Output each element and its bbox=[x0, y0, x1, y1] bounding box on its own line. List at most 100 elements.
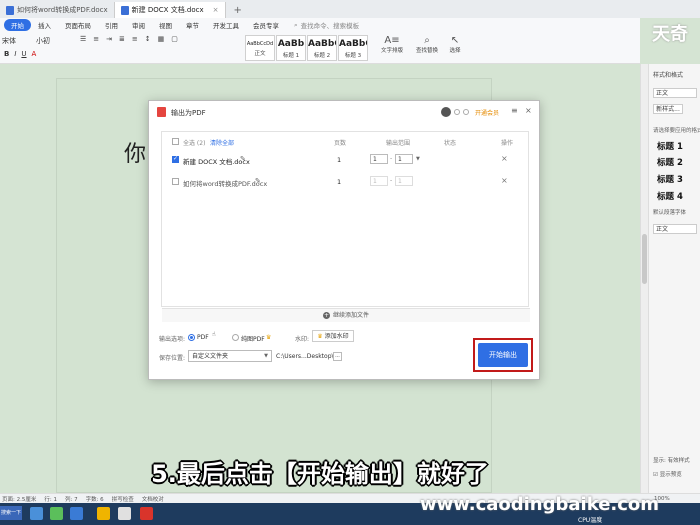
rename-icon[interactable]: ✎ bbox=[255, 177, 261, 185]
cursor-icon: ☝ bbox=[212, 331, 216, 338]
bold-icon[interactable]: B bbox=[4, 50, 9, 58]
font-size-select[interactable]: 小初 bbox=[36, 36, 50, 46]
shading-icon[interactable]: ▦ bbox=[158, 35, 165, 43]
chevron-down-icon[interactable]: ▼ bbox=[416, 156, 420, 162]
border-icon[interactable]: ▢ bbox=[171, 35, 178, 43]
add-files-button[interactable]: + 继续添加文件 bbox=[162, 308, 530, 322]
underline-icon[interactable]: U bbox=[21, 50, 26, 58]
numbered-list-icon[interactable]: ≡ bbox=[93, 35, 99, 43]
pdf-radio[interactable] bbox=[188, 334, 195, 341]
menu-developer[interactable]: 开发工具 bbox=[206, 20, 246, 30]
rename-icon[interactable]: ✎ bbox=[240, 155, 246, 163]
file-checkbox-1[interactable] bbox=[172, 155, 179, 163]
align-center-icon[interactable]: ≡ bbox=[132, 35, 138, 43]
tab-document-2[interactable]: 新建 DOCX 文档.docx × bbox=[114, 2, 226, 18]
find-replace-button[interactable]: ⌕ 查找替换 bbox=[412, 35, 442, 54]
text-layout-button[interactable]: A≡ 文字排版 bbox=[377, 35, 407, 54]
menu-icon[interactable]: ≡ bbox=[511, 106, 518, 115]
file-checkbox-2[interactable] bbox=[172, 178, 179, 185]
font-name-select[interactable]: 宋体 bbox=[2, 36, 16, 46]
menu-insert[interactable]: 插入 bbox=[31, 20, 58, 30]
menu-member[interactable]: 会员专享 bbox=[246, 20, 286, 30]
add-watermark-button[interactable]: ♛ 添加水印 bbox=[312, 330, 354, 342]
close-icon[interactable]: × bbox=[525, 106, 532, 115]
select-all-checkbox[interactable] bbox=[172, 138, 179, 145]
start-button[interactable]: 搜索一下 bbox=[0, 506, 22, 520]
vertical-scrollbar[interactable] bbox=[640, 64, 648, 493]
explorer-icon[interactable] bbox=[118, 507, 131, 520]
browser-icon[interactable] bbox=[70, 507, 83, 520]
style-heading-2-item[interactable]: 标题 2 bbox=[657, 156, 683, 168]
status-dot-icon bbox=[463, 109, 469, 115]
range-from-1[interactable]: 1 bbox=[370, 154, 388, 164]
new-style-button[interactable]: 新样式... bbox=[653, 104, 683, 114]
chevron-down-icon: ▼ bbox=[264, 353, 268, 359]
proofread-button[interactable]: 文档校对 bbox=[142, 495, 164, 503]
range-dash: - bbox=[390, 155, 393, 162]
folder-icon[interactable] bbox=[97, 507, 110, 520]
save-location-label: 保存位置: bbox=[159, 355, 186, 362]
default-font-item[interactable]: 默认段落字体 bbox=[653, 208, 686, 216]
style-heading-1[interactable]: AaBb 标题 1 bbox=[276, 35, 306, 61]
tab-document-1[interactable]: 如何将word转换成PDF.docx bbox=[0, 2, 115, 18]
range-from-2[interactable]: 1 bbox=[370, 176, 388, 186]
style-heading-3-item[interactable]: 标题 3 bbox=[657, 173, 683, 185]
magnifier-icon: ⌕ bbox=[424, 35, 430, 46]
menu-home[interactable]: 开始 bbox=[4, 19, 31, 31]
show-styles-select[interactable]: 显示: 有效样式 bbox=[653, 456, 690, 464]
vip-link[interactable]: 开通会员 bbox=[475, 108, 499, 117]
menu-view[interactable]: 视图 bbox=[152, 20, 179, 30]
body-style-item[interactable]: 正文 bbox=[653, 224, 697, 234]
style-heading-2[interactable]: AaBbC 标题 2 bbox=[307, 35, 337, 61]
align-left-icon[interactable]: ≣ bbox=[119, 35, 125, 43]
style-heading-1-item[interactable]: 标题 1 bbox=[657, 140, 683, 152]
style-heading-4-item[interactable]: 标题 4 bbox=[657, 190, 683, 202]
delete-file-icon[interactable]: × bbox=[501, 154, 508, 163]
avatar[interactable] bbox=[441, 107, 451, 117]
style-heading-3[interactable]: AaBbC 标题 3 bbox=[338, 35, 368, 61]
menu-layout[interactable]: 页面布局 bbox=[58, 20, 98, 30]
spell-check-button[interactable]: 拼写检查 bbox=[112, 495, 134, 503]
menu-bar: 开始 插入 页面布局 引用 审阅 视图 章节 开发工具 会员专享 ⌕ 查找命令、… bbox=[0, 18, 640, 32]
browse-button[interactable]: ... bbox=[333, 352, 342, 361]
image-pdf-radio[interactable] bbox=[232, 334, 239, 341]
bullet-list-icon[interactable]: ☰ bbox=[80, 35, 86, 43]
select-label: 选择 bbox=[449, 48, 461, 54]
delete-file-icon[interactable]: × bbox=[501, 176, 508, 185]
watermark-label: 水印: bbox=[295, 336, 310, 343]
menu-references[interactable]: 引用 bbox=[98, 20, 125, 30]
line-spacing-icon[interactable]: ↕ bbox=[145, 35, 151, 43]
menu-section[interactable]: 章节 bbox=[179, 20, 206, 30]
add-watermark-label: 添加水印 bbox=[324, 333, 349, 340]
command-search[interactable]: ⌕ 查找命令、搜索模板 bbox=[294, 20, 359, 31]
styles-hint: 请选择要应用的格式 bbox=[653, 128, 700, 134]
search-icon[interactable] bbox=[30, 507, 43, 520]
highlight-box bbox=[473, 338, 533, 372]
find-replace-label: 查找替换 bbox=[415, 48, 438, 54]
word-count[interactable]: 字数: 6 bbox=[86, 495, 104, 503]
file-pages-2: 1 bbox=[337, 178, 342, 186]
select-button[interactable]: ↖ 选择 bbox=[440, 35, 470, 54]
document-text: 你 bbox=[124, 142, 147, 167]
range-header: 输出范围 bbox=[386, 140, 411, 147]
scrollbar-thumb[interactable] bbox=[642, 234, 647, 284]
close-tab-icon[interactable]: × bbox=[213, 6, 219, 14]
clear-all-link[interactable]: 清除全部 bbox=[210, 138, 234, 147]
paragraph-tools: ☰ ≡ ⇥ ≣ ≡ ↕ ▦ ▢ bbox=[80, 35, 178, 43]
style-normal[interactable]: AaBbCcDd 正文 bbox=[245, 35, 275, 61]
current-style-box[interactable]: 正文 bbox=[653, 88, 697, 98]
range-to-1[interactable]: 1 bbox=[395, 154, 413, 164]
indent-icon[interactable]: ⇥ bbox=[106, 35, 112, 43]
range-to-2[interactable]: 1 bbox=[395, 176, 413, 186]
wps-icon[interactable] bbox=[140, 507, 153, 520]
status-dot-icon bbox=[454, 109, 460, 115]
italic-icon[interactable]: I bbox=[14, 50, 16, 58]
wechat-icon[interactable] bbox=[50, 507, 63, 520]
font-color-icon[interactable]: A bbox=[32, 50, 37, 58]
show-preview-checkbox[interactable]: ☑ 显示预览 bbox=[653, 470, 682, 478]
save-location-select[interactable]: 自定义文件夹 ▼ bbox=[188, 350, 272, 362]
actions-header: 操作 bbox=[501, 140, 514, 147]
menu-review[interactable]: 审阅 bbox=[125, 20, 152, 30]
new-tab-button[interactable]: + bbox=[226, 2, 250, 18]
pdf-icon bbox=[157, 107, 166, 117]
